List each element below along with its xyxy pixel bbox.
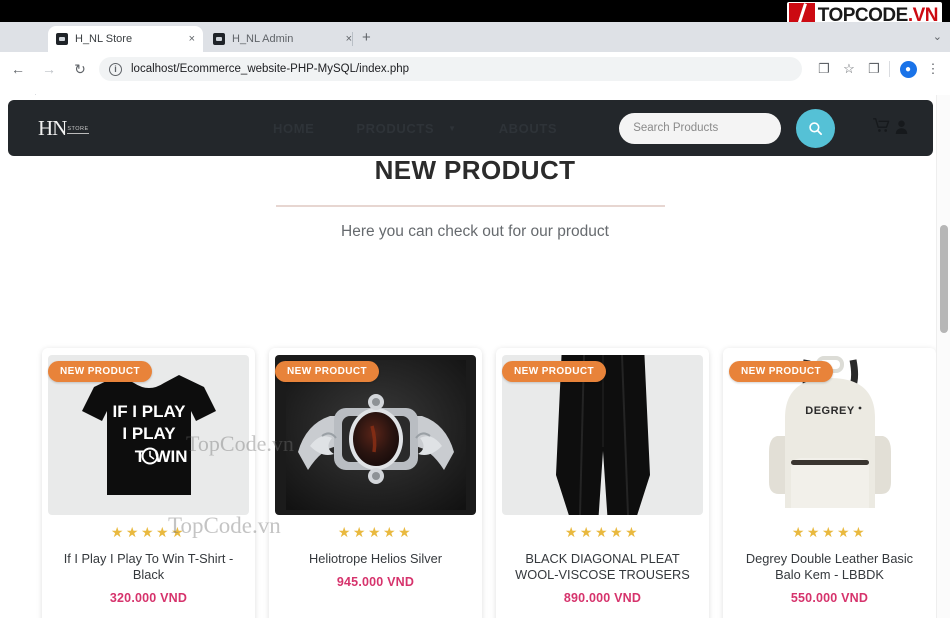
- page-scrollbar[interactable]: [936, 95, 950, 618]
- status-badge: NEW PRODUCT: [502, 361, 606, 382]
- product-price: 550.000 VND: [790, 591, 869, 605]
- status-badge: NEW PRODUCT: [729, 361, 833, 382]
- product-meta: ★★★★★ BLACK DIAGONAL PLEAT WOOL-VISCOSE …: [496, 524, 709, 605]
- svg-text:I PLAY: I PLAY: [122, 424, 176, 443]
- rating-stars: ★★★★★: [791, 524, 868, 540]
- product-name: BLACK DIAGONAL PLEAT WOOL-VISCOSE TROUSE…: [515, 551, 690, 582]
- site-logo-main: HN: [38, 116, 67, 140]
- product-card[interactable]: NEW PRODUCT IF I PLAY I PLAY T WIN ★★★★★…: [42, 348, 255, 618]
- tab-favicon-icon: [56, 33, 68, 45]
- product-name: Degrey Double Leather Basic Balo Kem - L…: [745, 551, 914, 582]
- product-price: 890.000 VND: [563, 591, 642, 605]
- site-navbar: HN STORE HOME PRODUCTS ▼ ABOUTS Search P…: [8, 100, 933, 156]
- search-placeholder: Search Products: [633, 122, 719, 134]
- status-badge: NEW PRODUCT: [48, 361, 152, 382]
- screenshot-root: TOPCODE.VN H_NL Store × H_NL Admin × + ⌄…: [0, 0, 950, 618]
- address-bar[interactable]: i localhost/Ecommerce_website-PHP-MySQL/…: [99, 57, 802, 81]
- tshirt-illustration: IF I PLAY I PLAY T WIN: [81, 375, 216, 495]
- reload-button[interactable]: ↻: [67, 56, 93, 82]
- product-grid: NEW PRODUCT IF I PLAY I PLAY T WIN ★★★★★…: [42, 348, 936, 618]
- browser-toolbar: ← → ↻ i localhost/Ecommerce_website-PHP-…: [0, 52, 950, 86]
- tab-favicon-icon: [213, 33, 225, 45]
- ring-illustration: [285, 360, 466, 510]
- nav-item-label: ABOUTS: [498, 120, 558, 136]
- chevron-down-icon[interactable]: ⌄: [933, 30, 942, 43]
- toolbar-icons: ❐ ☆ ❐ ● ⋮: [810, 58, 950, 80]
- page-title: NEW PRODUCT: [374, 155, 576, 185]
- rating-stars: ★★★★★: [110, 524, 187, 540]
- tab-close-icon[interactable]: ×: [189, 33, 195, 45]
- rating-stars: ★★★★★: [564, 524, 641, 540]
- profile-avatar[interactable]: ●: [897, 58, 919, 80]
- new-tab-button[interactable]: +: [362, 30, 371, 46]
- page-viewport: HN STORE HOME PRODUCTS ▼ ABOUTS Search P…: [0, 95, 950, 618]
- status-badge: NEW PRODUCT: [275, 361, 379, 382]
- title-divider: [276, 205, 665, 207]
- svg-text:IF I PLAY: IF I PLAY: [112, 402, 186, 421]
- site-logo[interactable]: HN STORE: [38, 116, 98, 140]
- address-bar-url: localhost/Ecommerce_website-PHP-MySQL/in…: [131, 63, 410, 75]
- search-icon: [809, 121, 823, 135]
- product-name: If I Play I Play To Win T-Shirt - Black: [63, 551, 234, 582]
- nav-item-label: HOME: [273, 120, 315, 136]
- cart-and-account: [873, 118, 908, 138]
- translate-icon[interactable]: ❐: [813, 58, 835, 80]
- product-meta: ★★★★★ If I Play I Play To Win T-Shirt - …: [42, 524, 255, 605]
- browser-menu-icon[interactable]: ⋮: [922, 58, 944, 80]
- search-input[interactable]: Search Products: [619, 112, 782, 144]
- nav-item-products[interactable]: PRODUCTS ▼: [356, 121, 456, 136]
- product-name: Heliotrope Helios Silver: [309, 551, 442, 566]
- scrollbar-thumb[interactable]: [940, 225, 948, 333]
- nav-item-label: PRODUCTS: [356, 120, 435, 136]
- tab-title: H_NL Store: [75, 33, 133, 45]
- product-price: 945.000 VND: [336, 575, 415, 589]
- browser-tab-admin[interactable]: H_NL Admin ×: [205, 26, 360, 52]
- tab-title: H_NL Admin: [232, 33, 294, 45]
- site-nav-links: HOME PRODUCTS ▼ ABOUTS: [273, 121, 557, 136]
- search-button[interactable]: [796, 108, 836, 148]
- site-logo-sub: STORE: [67, 126, 89, 134]
- product-card[interactable]: NEW PRODUCT ★★★★★ Heliotrope Helios Silv…: [269, 348, 482, 618]
- toolbar-divider: [889, 61, 890, 77]
- product-card[interactable]: NEW PRODUCT DEGREY ★★★★★ Degrey Double L…: [723, 348, 936, 618]
- product-meta: ★★★★★ Heliotrope Helios Silver 945.000 V…: [269, 524, 482, 589]
- product-price: 320.000 VND: [109, 591, 188, 605]
- nav-item-abouts[interactable]: ABOUTS: [499, 121, 558, 136]
- cart-icon[interactable]: [873, 118, 890, 138]
- back-button[interactable]: ←: [5, 56, 31, 82]
- forward-button[interactable]: →: [36, 56, 62, 82]
- svg-text:DEGREY: DEGREY: [805, 405, 855, 417]
- page-subtitle: Here you can check out for our product: [341, 223, 609, 240]
- browser-chrome: H_NL Store × H_NL Admin × + ⌄ ← → ↻ i lo…: [0, 22, 950, 117]
- browser-tab-store[interactable]: H_NL Store ×: [48, 26, 203, 52]
- tab-separator: [352, 32, 353, 46]
- chevron-down-icon: ▼: [448, 123, 457, 133]
- side-panel-icon[interactable]: ❐: [863, 58, 885, 80]
- bookmark-star-icon[interactable]: ☆: [838, 58, 860, 80]
- topcode-banner-strip: TOPCODE.VN: [0, 0, 950, 30]
- avatar: ●: [899, 60, 917, 78]
- product-meta: ★★★★★ Degrey Double Leather Basic Balo K…: [723, 524, 936, 605]
- account-icon[interactable]: [895, 120, 908, 137]
- svg-text:WIN: WIN: [154, 447, 187, 466]
- nav-item-home[interactable]: HOME: [273, 121, 314, 136]
- rating-stars: ★★★★★: [337, 524, 414, 540]
- product-card[interactable]: NEW PRODUCT ★★★★★ BLACK DIAGONAL PLEAT W…: [496, 348, 709, 618]
- site-info-icon[interactable]: i: [109, 62, 122, 76]
- tab-strip: H_NL Store × H_NL Admin × + ⌄: [0, 22, 950, 52]
